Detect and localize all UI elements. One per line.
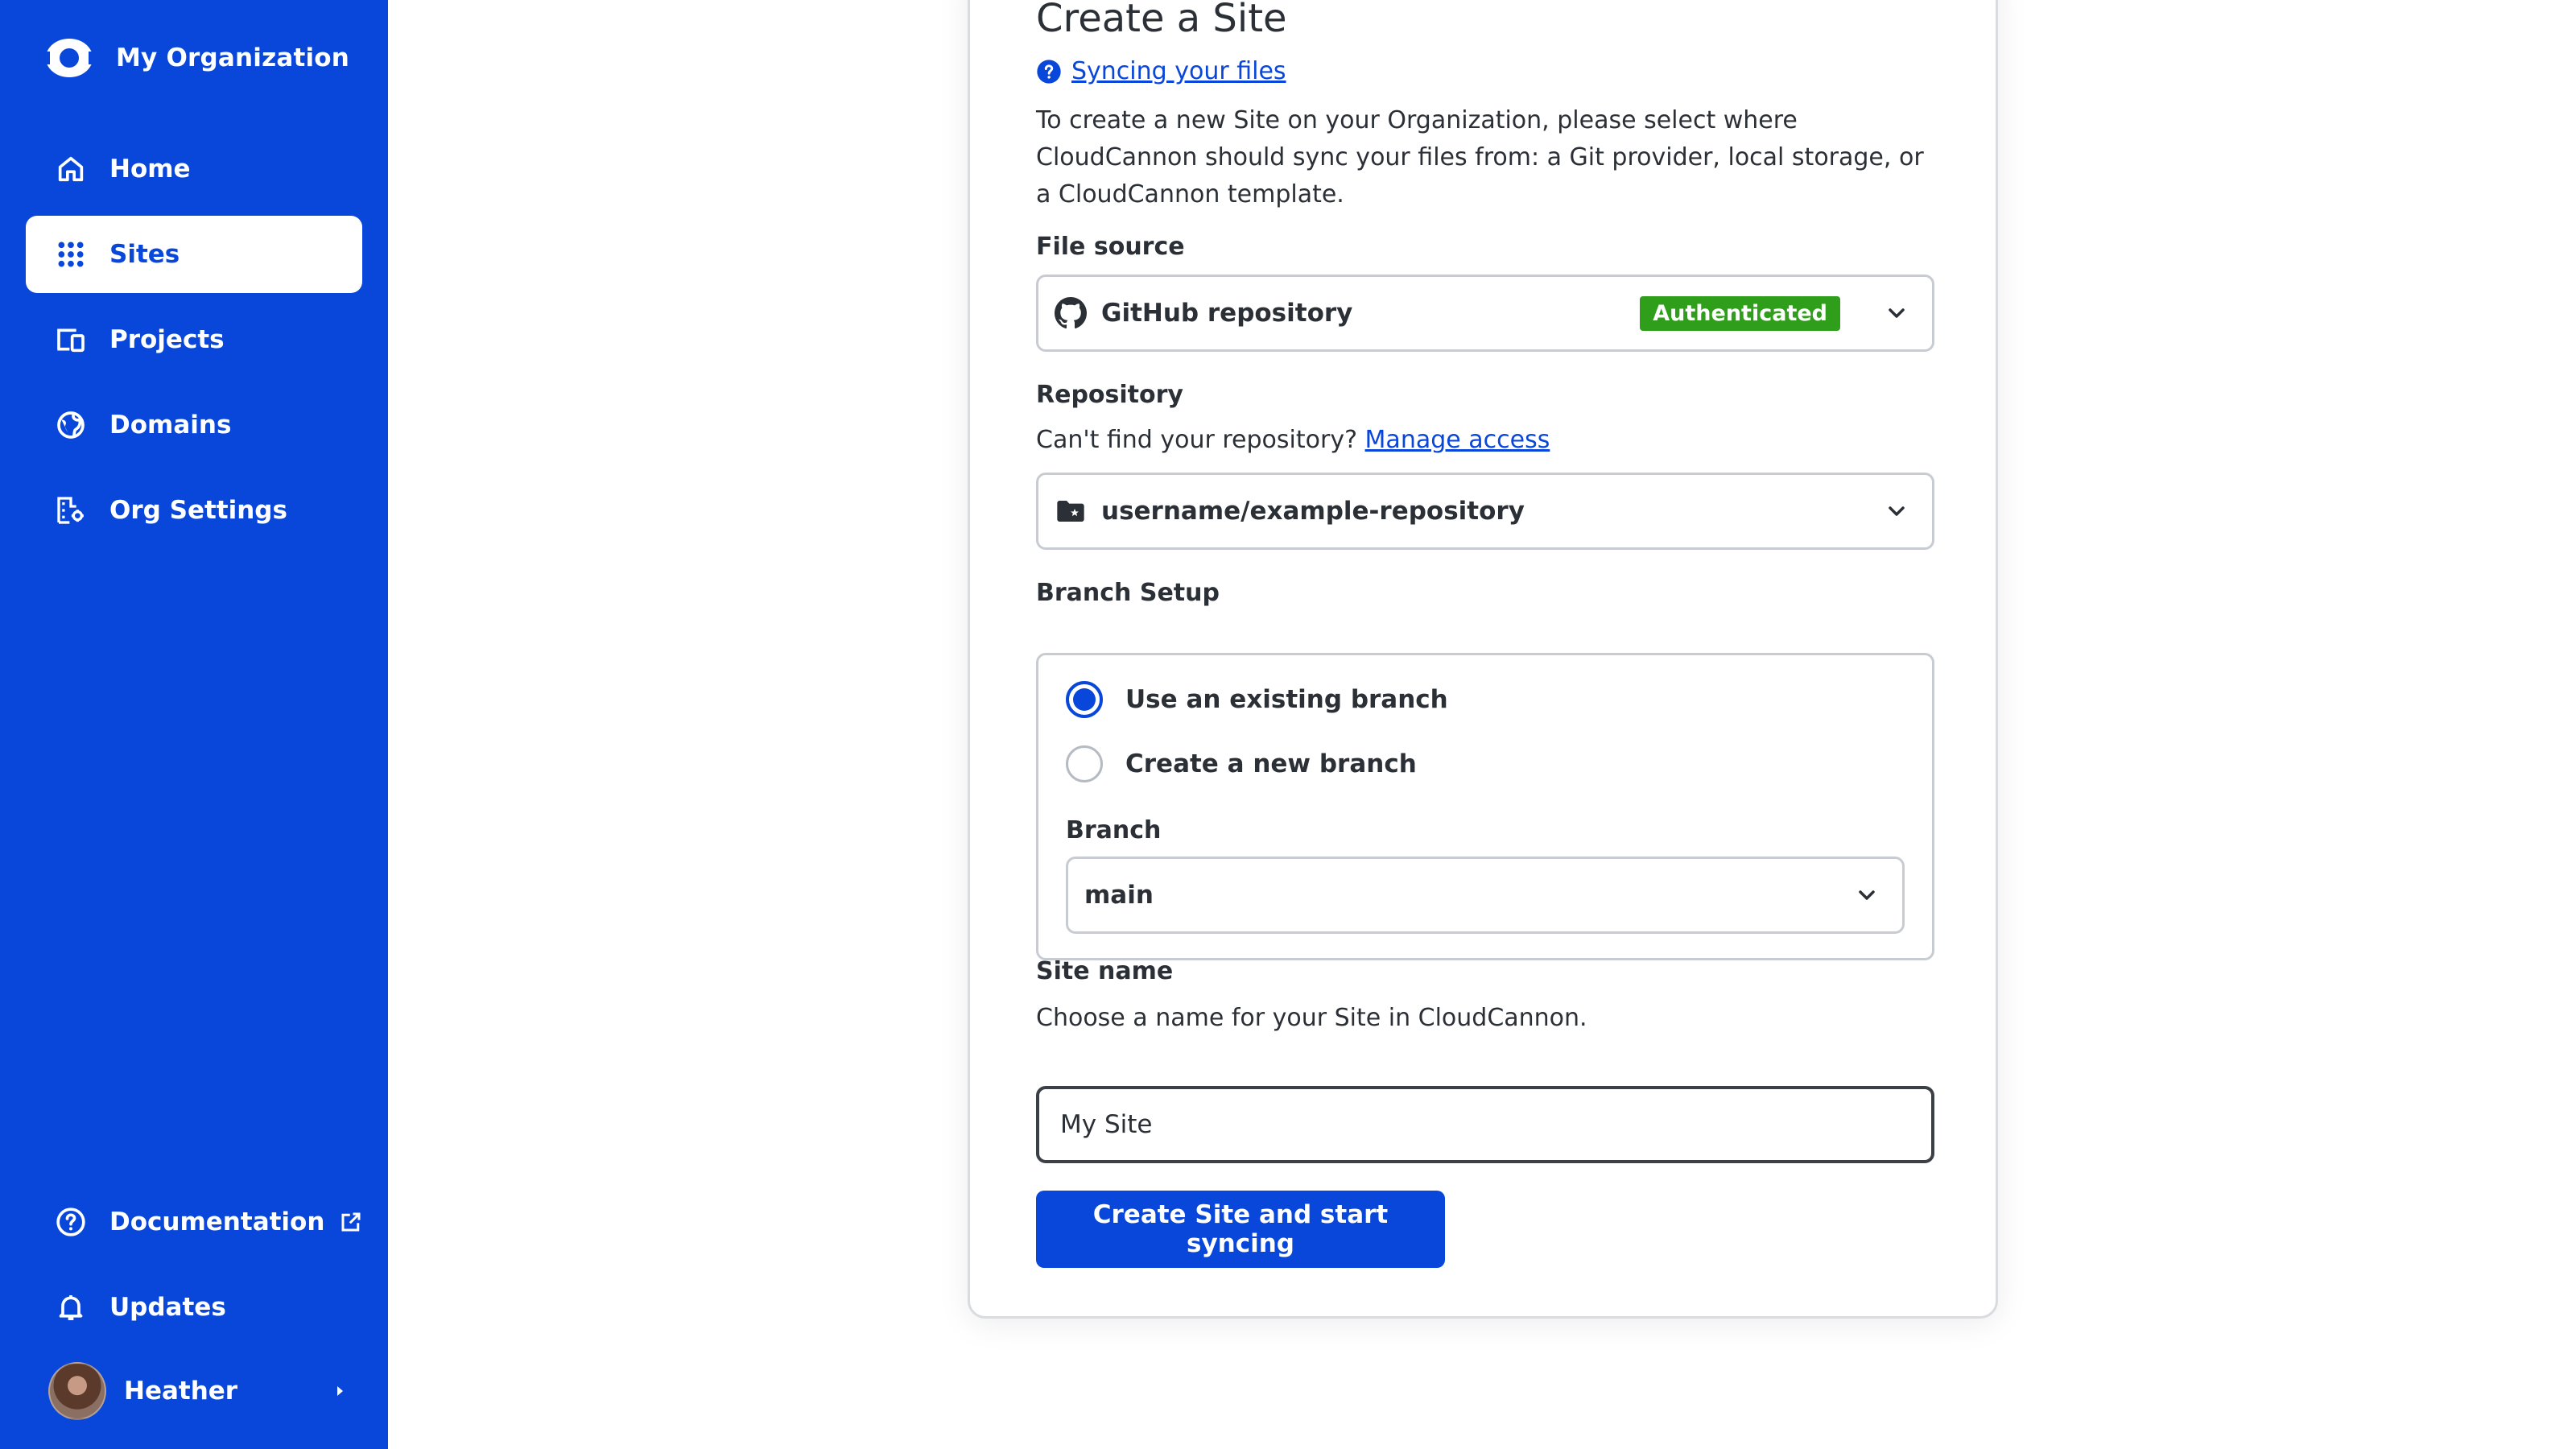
user-name: Heather (124, 1377, 238, 1406)
radio-label: Create a new branch (1125, 749, 1417, 778)
sidebar-bottom-nav: Documentation Updates (26, 1183, 362, 1354)
sidebar-item-label: Documentation (109, 1208, 325, 1236)
syncing-files-link[interactable]: Syncing your files (1036, 57, 1286, 85)
sidebar-item-label: Domains (109, 411, 232, 440)
grid-icon (55, 238, 87, 270)
sidebar-item-updates[interactable]: Updates (26, 1269, 362, 1346)
sidebar-item-sites[interactable]: Sites (26, 216, 362, 293)
help-icon (1036, 59, 1062, 85)
sidebar-item-domains[interactable]: Domains (26, 386, 362, 464)
radio-new-branch[interactable]: Create a new branch (1066, 745, 1417, 782)
sidebar-item-label: Sites (109, 240, 180, 269)
site-name-label: Site name (1036, 957, 1174, 985)
user-menu[interactable]: Heather (48, 1362, 348, 1420)
sidebar-item-home[interactable]: Home (26, 130, 362, 208)
repository-value: username/example-repository (1101, 497, 1525, 526)
help-circle-icon (55, 1206, 87, 1238)
page-title: Create a Site (1036, 0, 1287, 41)
sidebar-item-projects[interactable]: Projects (26, 301, 362, 378)
repository-hint-text: Can't find your repository? (1036, 426, 1357, 454)
radio-button-selected[interactable] (1066, 681, 1103, 718)
file-source-label: File source (1036, 233, 1185, 261)
home-icon (55, 153, 87, 185)
sidebar-item-org-settings[interactable]: Org Settings (26, 472, 362, 549)
org-switcher[interactable]: My Organization (42, 35, 349, 80)
chevron-down-icon (1884, 498, 1909, 524)
branch-select[interactable]: main (1066, 857, 1905, 934)
create-site-card: Create a Site Syncing your files To crea… (968, 0, 1998, 1319)
sidebar-item-documentation[interactable]: Documentation (26, 1183, 362, 1261)
globe-icon (55, 409, 87, 441)
help-link-label: Syncing your files (1071, 57, 1286, 85)
status-badge: Authenticated (1640, 295, 1840, 331)
branch-setup-label: Branch Setup (1036, 579, 1220, 607)
github-icon (1055, 297, 1087, 329)
branch-setup-box: Use an existing branch Create a new bran… (1036, 653, 1934, 960)
branch-label: Branch (1066, 816, 1162, 844)
cloudcannon-logo-icon (42, 39, 97, 77)
repository-hint: Can't find your repository? Manage acces… (1036, 426, 1550, 454)
caret-right-icon (332, 1383, 348, 1399)
sidebar-nav: Home Sites Projects Domains Org Settings (26, 130, 362, 557)
sidebar-item-label: Updates (109, 1293, 226, 1322)
devices-icon (55, 324, 87, 356)
branch-value: main (1084, 881, 1154, 910)
repository-select[interactable]: username/example-repository (1036, 473, 1934, 550)
building-settings-icon (55, 494, 87, 526)
radio-label: Use an existing branch (1125, 685, 1448, 714)
bell-icon (55, 1291, 87, 1323)
site-name-input[interactable] (1036, 1086, 1934, 1163)
file-source-select[interactable]: GitHub repository Authenticated (1036, 275, 1934, 352)
radio-existing-branch[interactable]: Use an existing branch (1066, 681, 1448, 718)
repository-label: Repository (1036, 381, 1183, 409)
chevron-down-icon (1884, 300, 1909, 326)
org-name: My Organization (116, 43, 350, 72)
file-source-value: GitHub repository (1101, 299, 1353, 328)
starred-folder-icon (1055, 495, 1087, 527)
avatar (48, 1362, 106, 1420)
sidebar-item-label: Projects (109, 325, 225, 354)
sidebar-item-label: Org Settings (109, 496, 287, 525)
create-site-button[interactable]: Create Site and start syncing (1036, 1191, 1445, 1268)
sidebar: My Organization Home Sites Projects Doma… (0, 0, 388, 1449)
intro-text: To create a new Site on your Organizatio… (1036, 106, 1924, 208)
radio-button[interactable] (1066, 745, 1103, 782)
external-link-icon (339, 1210, 363, 1234)
sidebar-item-label: Home (109, 155, 191, 184)
manage-access-link[interactable]: Manage access (1365, 426, 1550, 454)
site-name-hint: Choose a name for your Site in CloudCann… (1036, 1004, 1587, 1032)
chevron-down-icon (1854, 882, 1880, 908)
